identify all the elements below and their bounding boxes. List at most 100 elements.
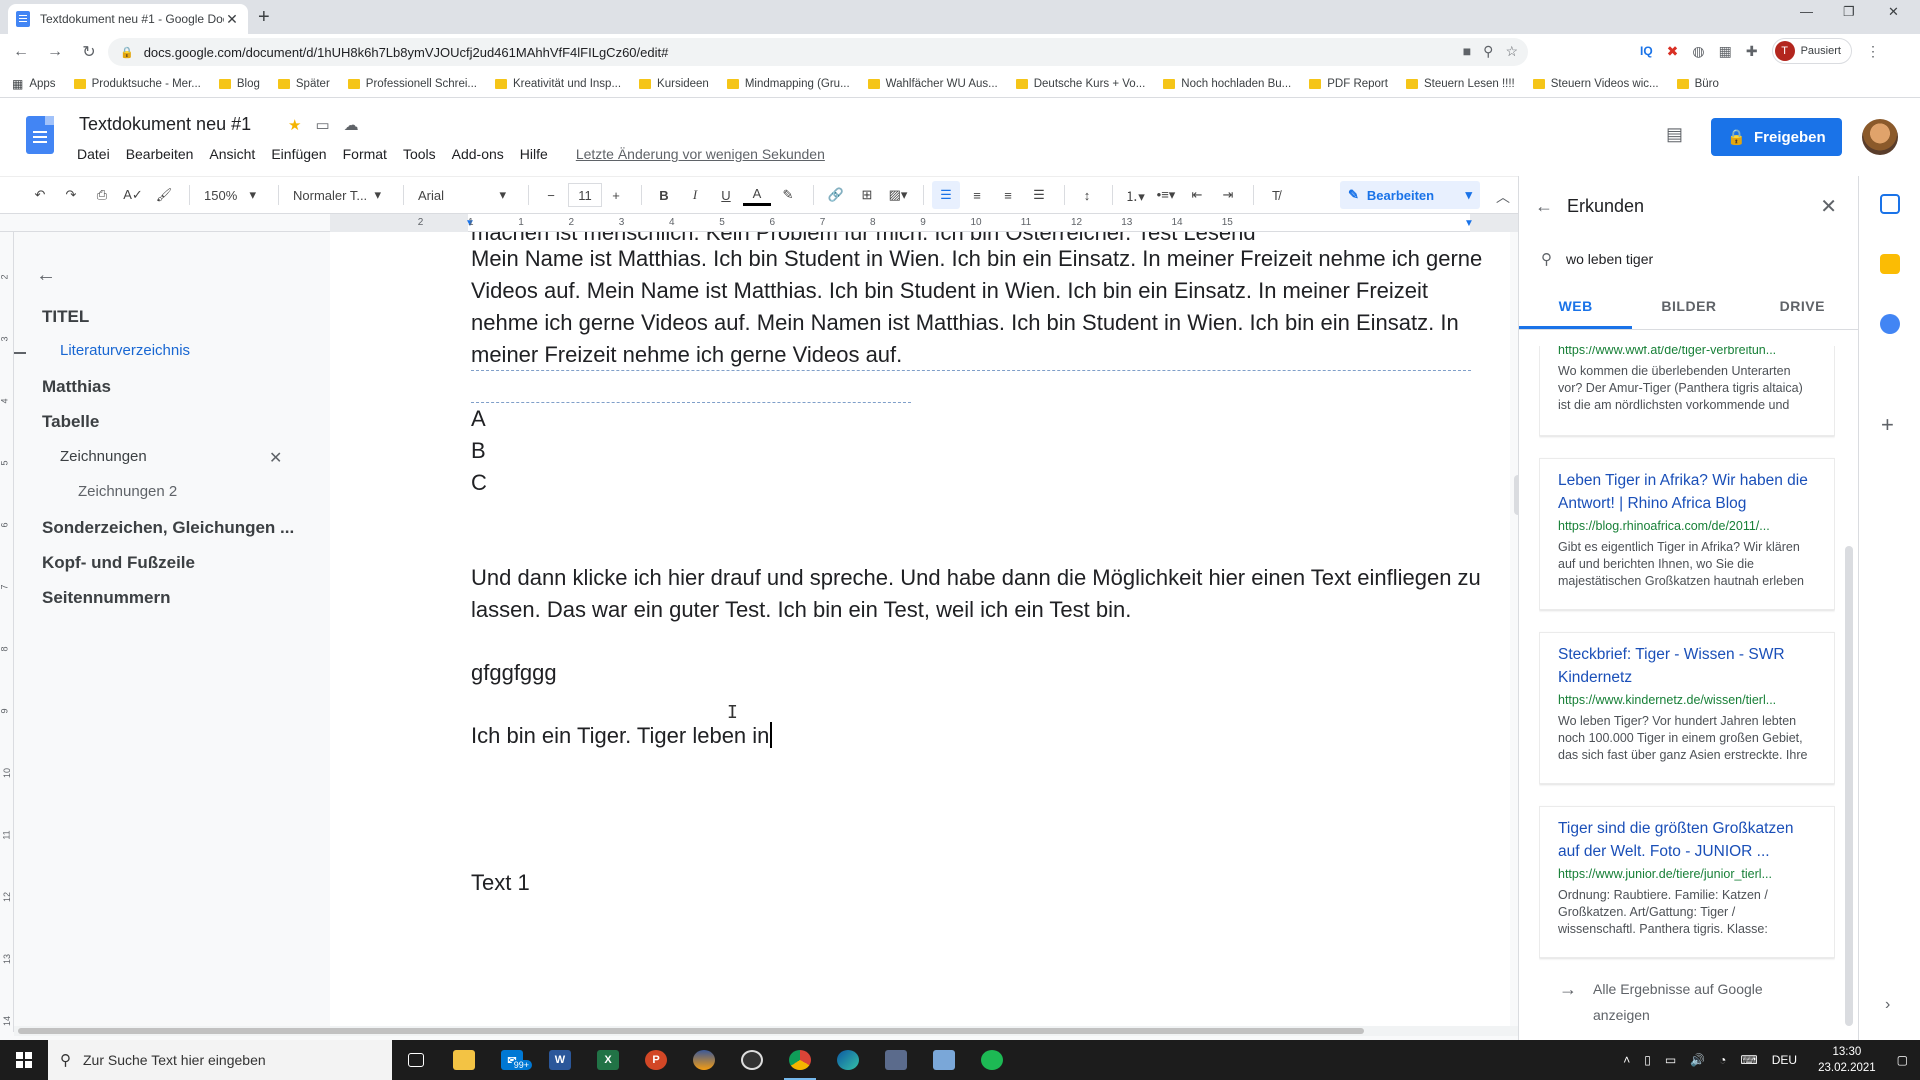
- camera-icon[interactable]: ■: [1463, 43, 1471, 60]
- tab-web[interactable]: WEB: [1519, 286, 1633, 329]
- last-edit-link[interactable]: Letzte Änderung vor wenigen Sekunden: [576, 146, 833, 162]
- document-title[interactable]: Textdokument neu #1: [79, 114, 251, 135]
- increase-font-size-icon[interactable]: +: [602, 181, 630, 209]
- decrease-indent-icon[interactable]: ⇤: [1183, 181, 1211, 209]
- new-tab-icon[interactable]: +: [258, 6, 270, 29]
- bulleted-list-icon[interactable]: •≡▾: [1152, 181, 1180, 209]
- outline-item-matthias[interactable]: Matthias: [42, 377, 111, 397]
- undo-icon[interactable]: ↶: [26, 181, 54, 209]
- result-card[interactable]: Leben Tiger in Afrika? Wir haben die Ant…: [1539, 458, 1835, 610]
- start-button[interactable]: [0, 1040, 48, 1080]
- insert-image-icon[interactable]: ▨▾: [884, 181, 912, 209]
- bookmark-item[interactable]: Kursideen: [639, 78, 709, 90]
- taskbar-chrome[interactable]: [776, 1040, 824, 1080]
- taskbar-mail[interactable]: ✉99+: [488, 1040, 536, 1080]
- bookmark-item[interactable]: Kreativität und Insp...: [495, 78, 621, 90]
- result-url[interactable]: https://blog.rhinoafrica.com/de/2011/...: [1558, 519, 1816, 533]
- increase-indent-icon[interactable]: ⇥: [1214, 181, 1242, 209]
- keyboard-icon[interactable]: ⌨: [1740, 1053, 1757, 1067]
- zoom-icon[interactable]: ⚲: [1483, 43, 1493, 60]
- back-icon[interactable]: ←: [8, 43, 34, 61]
- remove-heading-icon[interactable]: ✕: [269, 448, 282, 468]
- editing-mode-select[interactable]: ✎ Bearbeiten ▾: [1340, 181, 1480, 209]
- menu-hilfe[interactable]: Hilfe: [520, 146, 556, 162]
- result-title[interactable]: Steckbrief: Tiger - Wissen - SWR Kindern…: [1558, 643, 1816, 689]
- link-icon[interactable]: 🔗: [822, 181, 850, 209]
- bookmark-item[interactable]: Steuern Videos wic...: [1532, 78, 1659, 90]
- all-results-link[interactable]: → Alle Ergebnisse auf Google anzeigen: [1539, 976, 1835, 1036]
- horizontal-scroll-thumb[interactable]: [18, 1028, 1364, 1034]
- volume-icon[interactable]: 🔊: [1690, 1053, 1705, 1067]
- taskbar-app[interactable]: [680, 1040, 728, 1080]
- outline-item-titel[interactable]: TITEL: [42, 307, 89, 327]
- bookmark-item[interactable]: Büro: [1676, 78, 1719, 90]
- add-comment-icon[interactable]: ⊞: [853, 181, 881, 209]
- outline-item-zeichnungen-2[interactable]: Zeichnungen 2: [78, 483, 177, 500]
- bookmark-item[interactable]: Professionell Schrei...: [347, 78, 477, 90]
- style-select[interactable]: Normaler T... ▾: [287, 181, 387, 209]
- align-right-icon[interactable]: ≡: [994, 181, 1022, 209]
- decrease-font-size-icon[interactable]: −: [537, 181, 565, 209]
- result-card[interactable]: Steckbrief: Tiger - Wissen - SWR Kindern…: [1539, 632, 1835, 784]
- align-center-icon[interactable]: ≡: [963, 181, 991, 209]
- align-left-icon[interactable]: ☰: [932, 181, 960, 209]
- language-indicator[interactable]: DEU: [1772, 1053, 1797, 1067]
- taskbar-search-input[interactable]: ⚲ Zur Suche Text hier eingeben: [48, 1040, 392, 1080]
- forward-icon[interactable]: →: [42, 43, 68, 61]
- share-button[interactable]: 🔒 Freigeben: [1711, 118, 1842, 156]
- back-arrow-icon[interactable]: ←: [36, 264, 56, 287]
- usb-icon[interactable]: ▯: [1644, 1053, 1651, 1067]
- result-title[interactable]: Tiger sind die größten Großkatzen auf de…: [1558, 817, 1816, 863]
- menu-format[interactable]: Format: [343, 146, 395, 162]
- redo-icon[interactable]: ↷: [57, 181, 85, 209]
- highlight-icon[interactable]: ✎: [774, 181, 802, 209]
- back-arrow-icon[interactable]: ←: [1535, 196, 1553, 217]
- task-view-button[interactable]: [392, 1040, 440, 1080]
- bookmark-item[interactable]: Wahlfächer WU Aus...: [867, 78, 998, 90]
- clock[interactable]: 13:30 23.02.2021: [1818, 1044, 1876, 1076]
- print-icon[interactable]: ⎙: [88, 181, 116, 209]
- bookmark-item[interactable]: Blog: [218, 78, 260, 90]
- line-spacing-icon[interactable]: ↕: [1073, 181, 1101, 209]
- bookmark-item[interactable]: Mindmapping (Gru...: [726, 78, 850, 90]
- paint-format-icon[interactable]: 🖌: [150, 181, 178, 209]
- outline-item-seitennummern[interactable]: Seitennummern: [42, 588, 170, 608]
- taskbar-notepad[interactable]: [920, 1040, 968, 1080]
- underline-icon[interactable]: U: [712, 181, 740, 209]
- chevron-up-icon[interactable]: ︿: [1496, 187, 1510, 207]
- taskbar-edge[interactable]: [824, 1040, 872, 1080]
- italic-icon[interactable]: I: [681, 181, 709, 209]
- restore-icon[interactable]: ❐: [1843, 4, 1855, 20]
- blocker-extension-icon[interactable]: ✖: [1667, 43, 1679, 60]
- keep-icon[interactable]: [1880, 254, 1900, 274]
- tasks-icon[interactable]: [1880, 314, 1900, 334]
- window-close-icon[interactable]: ✕: [1888, 4, 1899, 20]
- calendar-icon[interactable]: [1880, 194, 1900, 214]
- chevron-right-icon[interactable]: ›: [1885, 996, 1890, 1014]
- add-addon-icon[interactable]: +: [1881, 412, 1894, 438]
- menu-einfuegen[interactable]: Einfügen: [271, 146, 334, 162]
- clear-formatting-icon[interactable]: T̸: [1262, 181, 1290, 209]
- result-url[interactable]: https://www.wwf.at/de/tiger-verbreitun..…: [1558, 346, 1816, 357]
- bookmark-item[interactable]: Steuern Lesen !!!!: [1405, 78, 1515, 90]
- tab-drive[interactable]: DRIVE: [1746, 286, 1859, 329]
- menu-bearbeiten[interactable]: Bearbeiten: [126, 146, 202, 162]
- url-omnibox[interactable]: 🔒 docs.google.com/document/d/1hUH8k6h7Lb…: [108, 38, 1528, 66]
- bookmark-item[interactable]: Noch hochladen Bu...: [1163, 78, 1291, 90]
- result-card[interactable]: Tiger sind die größten Großkatzen auf de…: [1539, 806, 1835, 958]
- docs-logo-icon[interactable]: [26, 116, 54, 154]
- result-url[interactable]: https://www.kindernetz.de/wissen/tierl..…: [1558, 693, 1816, 707]
- menu-tools[interactable]: Tools: [403, 146, 444, 162]
- taskbar-obs[interactable]: [728, 1040, 776, 1080]
- tab-bilder[interactable]: BILDER: [1632, 286, 1745, 329]
- close-tab-icon[interactable]: ✕: [224, 11, 240, 28]
- profile-button[interactable]: T Pausiert: [1771, 38, 1852, 64]
- bookmark-star-icon[interactable]: ☆: [1505, 43, 1518, 60]
- network-icon[interactable]: ▭: [1665, 1053, 1676, 1067]
- outline-item-tabelle[interactable]: Tabelle: [42, 412, 99, 432]
- taskbar-snipping[interactable]: [872, 1040, 920, 1080]
- vpn-extension-icon[interactable]: ◍: [1692, 43, 1704, 60]
- taskbar-excel[interactable]: X: [584, 1040, 632, 1080]
- bookmark-apps[interactable]: ▦ Apps: [12, 77, 56, 91]
- grid-extension-icon[interactable]: ▦: [1719, 43, 1732, 60]
